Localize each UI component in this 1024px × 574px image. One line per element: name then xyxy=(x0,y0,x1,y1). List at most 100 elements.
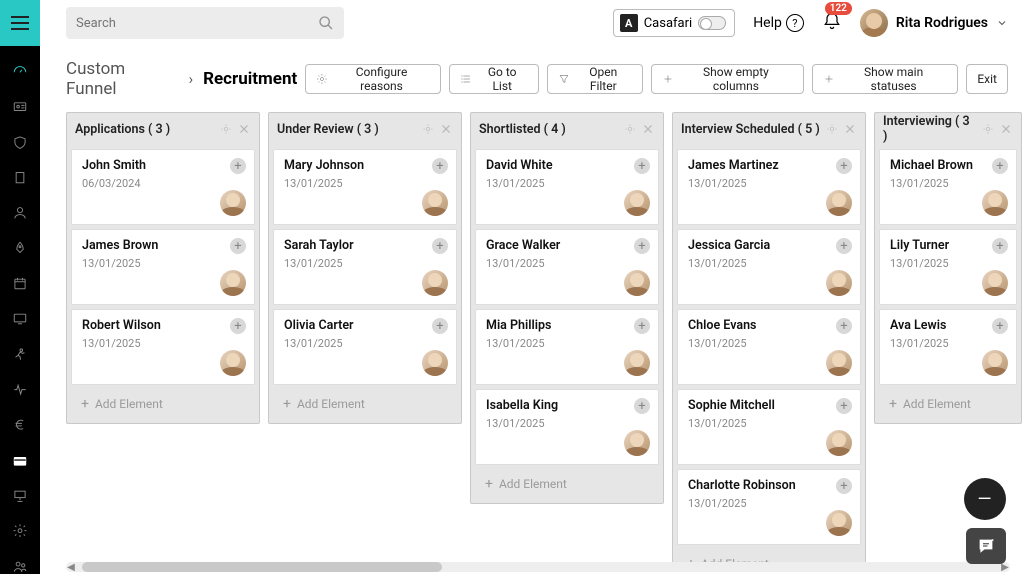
column-header[interactable]: Applications ( 3 ) xyxy=(67,113,259,145)
nav-card-icon[interactable] xyxy=(11,453,29,468)
kanban-column: Interview Scheduled ( 5 )James Martinez1… xyxy=(672,112,866,564)
card-add-icon[interactable]: + xyxy=(992,158,1008,174)
go-to-list-button[interactable]: Go to List xyxy=(449,64,539,94)
nav-idcard-icon[interactable] xyxy=(11,99,29,114)
card-name: James Brown xyxy=(82,238,246,253)
kanban-card[interactable]: Jessica Garcia13/01/2025+ xyxy=(677,229,861,305)
card-add-icon[interactable]: + xyxy=(836,478,852,494)
search-input[interactable] xyxy=(76,16,318,31)
kanban-card[interactable]: Michael Brown13/01/2025+ xyxy=(879,149,1017,225)
close-icon[interactable] xyxy=(641,122,655,136)
kanban-card[interactable]: Charlotte Robinson13/01/2025+ xyxy=(677,469,861,545)
open-filter-button[interactable]: Open Filter xyxy=(547,64,643,94)
kanban-card[interactable]: Mia Phillips13/01/2025+ xyxy=(475,309,659,385)
card-name: Mary Johnson xyxy=(284,158,448,173)
nav-presentation-icon[interactable] xyxy=(11,488,29,503)
kanban-card[interactable]: Grace Walker13/01/2025+ xyxy=(475,229,659,305)
kanban-card[interactable]: Sophie Mitchell13/01/2025+ xyxy=(677,389,861,465)
nav-shield-icon[interactable] xyxy=(11,135,29,150)
nav-calendar-icon[interactable] xyxy=(11,276,29,291)
nav-euro-icon[interactable] xyxy=(11,417,29,432)
chat-fab[interactable] xyxy=(966,528,1006,564)
nav-run-icon[interactable] xyxy=(11,347,29,362)
kanban-card[interactable]: John Smith06/03/2024+ xyxy=(71,149,255,225)
kanban-card[interactable]: Mary Johnson13/01/2025+ xyxy=(273,149,457,225)
column-header[interactable]: Interview Scheduled ( 5 ) xyxy=(673,113,865,145)
nav-monitor-icon[interactable] xyxy=(11,311,29,326)
search-field-wrap[interactable] xyxy=(66,7,344,39)
kanban-card[interactable]: James Martinez13/01/2025+ xyxy=(677,149,861,225)
user-menu[interactable]: Rita Rodrigues xyxy=(860,9,1008,37)
column-header[interactable]: Under Review ( 3 ) xyxy=(269,113,461,145)
kanban-card[interactable]: Chloe Evans13/01/2025+ xyxy=(677,309,861,385)
nav-activity-icon[interactable] xyxy=(11,382,29,397)
show-empty-columns-button[interactable]: Show empty columns xyxy=(651,64,804,94)
horizontal-scrollbar[interactable]: ◀ ▶ xyxy=(66,562,1010,572)
card-add-icon[interactable]: + xyxy=(992,318,1008,334)
add-element-button[interactable]: +Add Element xyxy=(879,389,1017,419)
card-avatar xyxy=(826,430,852,456)
scroll-left-icon[interactable]: ◀ xyxy=(66,562,76,572)
show-main-statuses-button[interactable]: Show main statuses xyxy=(812,64,958,94)
kanban-card[interactable]: Isabella King13/01/2025+ xyxy=(475,389,659,465)
kanban-card[interactable]: Robert Wilson13/01/2025+ xyxy=(71,309,255,385)
action-bar: Custom Funnel › Recruitment Configure re… xyxy=(66,58,1008,100)
card-add-icon[interactable]: + xyxy=(432,318,448,334)
add-element-button[interactable]: +Add Element xyxy=(71,389,255,419)
gear-icon[interactable] xyxy=(219,122,233,136)
chat-icon xyxy=(976,537,996,555)
exit-button[interactable]: Exit xyxy=(966,64,1008,94)
brand-toggle[interactable] xyxy=(698,16,726,30)
close-icon[interactable] xyxy=(439,122,453,136)
card-add-icon[interactable]: + xyxy=(634,158,650,174)
gear-icon[interactable] xyxy=(825,122,839,136)
fab-button[interactable]: — xyxy=(964,478,1006,520)
kanban-card[interactable]: James Brown13/01/2025+ xyxy=(71,229,255,305)
card-add-icon[interactable]: + xyxy=(230,318,246,334)
card-add-icon[interactable]: + xyxy=(432,158,448,174)
brand-switcher[interactable]: A Casafari xyxy=(613,9,735,37)
notifications-button[interactable]: 122 xyxy=(822,10,842,36)
help-button[interactable]: Help ? xyxy=(753,14,804,32)
nav-gear-icon[interactable] xyxy=(11,523,29,538)
card-avatar xyxy=(422,190,448,216)
card-add-icon[interactable]: + xyxy=(634,238,650,254)
card-name: Sophie Mitchell xyxy=(688,398,852,413)
close-icon[interactable] xyxy=(237,122,251,136)
nav-rocket-icon[interactable] xyxy=(11,241,29,256)
nav-user-icon[interactable] xyxy=(11,205,29,220)
card-add-icon[interactable]: + xyxy=(230,158,246,174)
card-date: 13/01/2025 xyxy=(688,177,852,190)
close-icon[interactable] xyxy=(999,122,1013,136)
nav-team-icon[interactable] xyxy=(11,559,29,574)
card-add-icon[interactable]: + xyxy=(992,238,1008,254)
gear-icon[interactable] xyxy=(981,122,995,136)
card-add-icon[interactable]: + xyxy=(836,158,852,174)
close-icon[interactable] xyxy=(843,122,857,136)
nav-dashboard-icon[interactable] xyxy=(11,64,29,79)
column-header[interactable]: Interviewing ( 3 ) xyxy=(875,113,1021,145)
card-add-icon[interactable]: + xyxy=(432,238,448,254)
add-element-button[interactable]: +Add Element xyxy=(273,389,457,419)
nav-building-icon[interactable] xyxy=(11,170,29,185)
kanban-card[interactable]: Sarah Taylor13/01/2025+ xyxy=(273,229,457,305)
card-add-icon[interactable]: + xyxy=(230,238,246,254)
breadcrumb-parent[interactable]: Custom Funnel xyxy=(66,59,179,99)
add-element-button[interactable]: +Add Element xyxy=(475,469,659,499)
card-add-icon[interactable]: + xyxy=(634,398,650,414)
card-add-icon[interactable]: + xyxy=(836,318,852,334)
kanban-card[interactable]: Ava Lewis13/01/2025+ xyxy=(879,309,1017,385)
card-add-icon[interactable]: + xyxy=(634,318,650,334)
column-header[interactable]: Shortlisted ( 4 ) xyxy=(471,113,663,145)
kanban-card[interactable]: Olivia Carter13/01/2025+ xyxy=(273,309,457,385)
card-add-icon[interactable]: + xyxy=(836,398,852,414)
kanban-card[interactable]: Lily Turner13/01/2025+ xyxy=(879,229,1017,305)
configure-reasons-button[interactable]: Configure reasons xyxy=(305,64,441,94)
scrollbar-thumb[interactable] xyxy=(82,562,442,572)
gear-icon[interactable] xyxy=(623,122,637,136)
gear-icon[interactable] xyxy=(421,122,435,136)
card-date: 06/03/2024 xyxy=(82,177,246,190)
hamburger-button[interactable] xyxy=(0,0,40,46)
card-add-icon[interactable]: + xyxy=(836,238,852,254)
kanban-card[interactable]: David White13/01/2025+ xyxy=(475,149,659,225)
